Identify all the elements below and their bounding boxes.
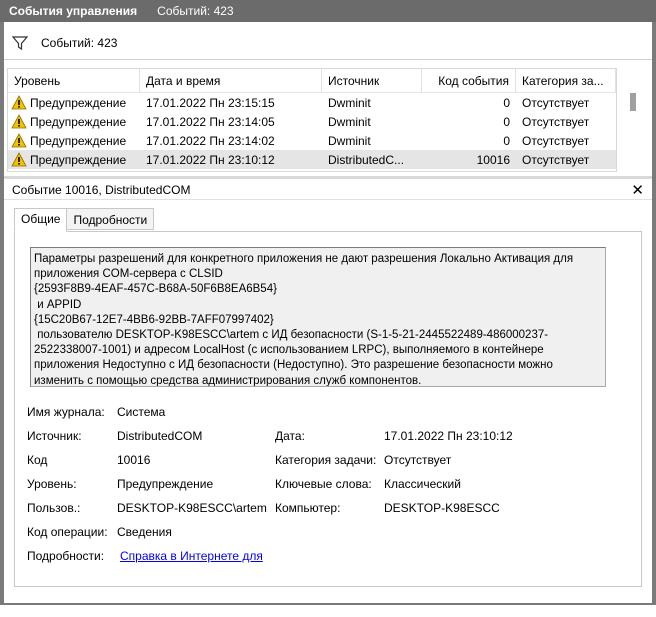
cell-code: 0 [503, 133, 510, 148]
column-header-source[interactable]: Источник [322, 69, 422, 92]
user-label: Пользов.: [27, 501, 81, 515]
warning-icon [11, 133, 27, 148]
cell-category: Отсутствует [522, 152, 590, 167]
log-name-value: Система [117, 405, 166, 419]
pane-splitter[interactable] [4, 176, 652, 179]
detail-title: Событие 10016, DistributedCOM [4, 180, 652, 200]
table-row[interactable]: Предупреждение 17.01.2022 Пн 23:14:05 Dw… [8, 112, 616, 131]
table-row[interactable]: Предупреждение 17.01.2022 Пн 23:15:15 Dw… [8, 93, 616, 112]
log-name-label: Имя журнала: [27, 405, 105, 419]
cell-datetime: 17.01.2022 Пн 23:10:12 [146, 152, 275, 167]
events-grid[interactable]: Уровень Дата и время Источник Код событи… [7, 68, 617, 172]
opcode-value: Сведения [117, 525, 172, 539]
cell-datetime: 17.01.2022 Пн 23:15:15 [146, 95, 275, 110]
task-category-value: Отсутствует [384, 453, 452, 467]
cell-code: 10016 [476, 152, 510, 167]
cell-category: Отсутствует [522, 95, 590, 110]
cell-code: 0 [503, 114, 510, 129]
cell-level: Предупреждение [8, 114, 140, 129]
filter-event-count: Событий: 423 [41, 35, 118, 50]
date-label: Дата: [275, 429, 305, 443]
code-label: Код [27, 453, 48, 467]
tab-general[interactable]: Общие [14, 208, 68, 232]
bottom-border [0, 603, 656, 617]
details-label: Подробности: [27, 549, 105, 563]
panel-event-count: Событий: 423 [157, 4, 234, 18]
cell-level: Предупреждение [8, 133, 140, 148]
detail-tabs: Общие Подробности [14, 208, 155, 232]
cell-code: 0 [503, 95, 510, 110]
table-row-selected[interactable]: Предупреждение 17.01.2022 Пн 23:10:12 Di… [8, 150, 616, 169]
computer-value: DESKTOP-K98ESCC [384, 501, 500, 515]
warning-icon [11, 152, 27, 167]
tab-details[interactable]: Подробности [66, 208, 155, 230]
cell-level: Предупреждение [8, 152, 140, 167]
level-text: Предупреждение [30, 133, 127, 148]
date-value: 17.01.2022 Пн 23:10:12 [384, 429, 513, 443]
column-header-level[interactable]: Уровень [8, 69, 140, 92]
task-category-label: Категория задачи: [275, 453, 377, 467]
event-message[interactable]: Параметры разрешений для конкретного при… [30, 247, 606, 387]
cell-datetime: 17.01.2022 Пн 23:14:05 [146, 114, 275, 129]
keywords-value: Классический [384, 477, 461, 491]
source-value: DistributedCOM [117, 429, 203, 443]
column-header-datetime[interactable]: Дата и время [140, 69, 322, 92]
filter-bar: Событий: 423 [4, 26, 652, 60]
cell-source: Dwminit [328, 114, 371, 129]
panel-title: События управления [9, 4, 138, 18]
level-label: Уровень: [27, 477, 77, 491]
level-text: Предупреждение [30, 114, 127, 129]
level-value: Предупреждение [117, 477, 214, 491]
online-help-link[interactable]: Справка в Интернете для [120, 549, 263, 563]
cell-level: Предупреждение [8, 95, 140, 110]
event-title: Событие 10016, DistributedCOM [12, 182, 191, 197]
code-value: 10016 [117, 453, 151, 467]
grid-header: Уровень Дата и время Источник Код событи… [8, 69, 616, 93]
cell-source: Dwminit [328, 133, 371, 148]
opcode-label: Код операции: [27, 525, 108, 539]
source-label: Источник: [27, 429, 82, 443]
warning-icon [11, 114, 27, 129]
close-icon[interactable]: ✕ [631, 181, 644, 199]
user-value: DESKTOP-K98ESCC\artem [117, 501, 267, 515]
column-header-category[interactable]: Категория за... [516, 69, 616, 92]
panel-titlebar: События управления Событий: 423 [0, 0, 656, 22]
table-row[interactable]: Предупреждение 17.01.2022 Пн 23:14:02 Dw… [8, 131, 616, 150]
keywords-label: Ключевые слова: [275, 477, 372, 491]
cell-category: Отсутствует [522, 133, 590, 148]
cell-source: DistributedC... [328, 152, 405, 167]
level-text: Предупреждение [30, 95, 127, 110]
level-text: Предупреждение [30, 152, 127, 167]
cell-source: Dwminit [328, 95, 371, 110]
column-header-code[interactable]: Код события [422, 69, 516, 92]
cell-category: Отсутствует [522, 114, 590, 129]
filter-icon[interactable] [12, 35, 28, 51]
grid-scrollbar-thumb[interactable] [630, 93, 636, 111]
warning-icon [11, 95, 27, 110]
cell-datetime: 17.01.2022 Пн 23:14:02 [146, 133, 275, 148]
computer-label: Компьютер: [275, 501, 341, 515]
